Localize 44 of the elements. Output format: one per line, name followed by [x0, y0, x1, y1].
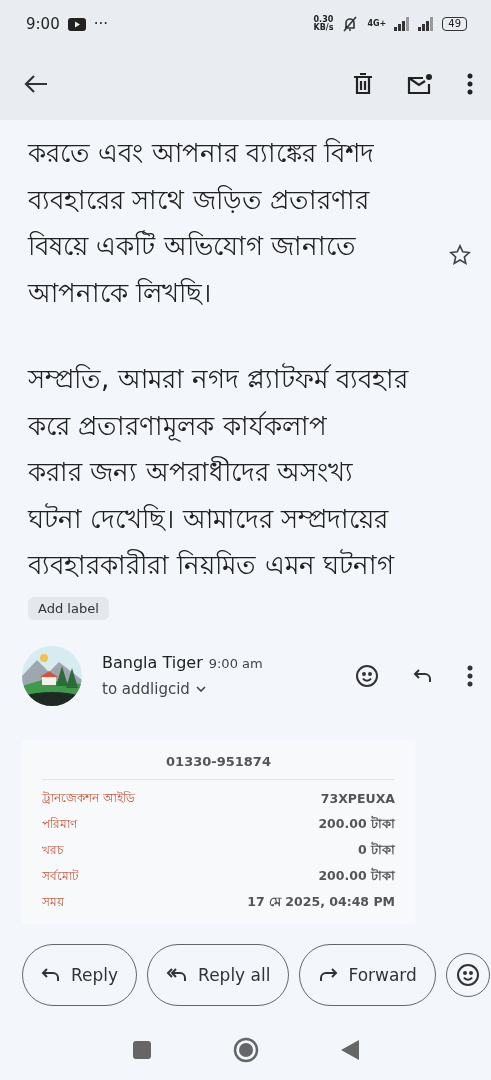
- delete-button[interactable]: [353, 73, 373, 95]
- receipt-value: 73XPEUXA: [320, 791, 395, 806]
- receipt-value: 0 টাকা: [357, 840, 395, 859]
- receipt-label: সময়: [42, 893, 64, 911]
- clock: 9:00: [26, 15, 60, 33]
- back-nav-button[interactable]: [340, 1040, 359, 1060]
- reply-icon: [413, 667, 433, 684]
- more-icon: [467, 664, 473, 687]
- receipt-label: পরিমাণ: [42, 815, 77, 833]
- message-time: 9:00 am: [208, 656, 263, 671]
- home-button[interactable]: [232, 1037, 259, 1063]
- signal-icon: [394, 17, 411, 31]
- smiley-icon: [455, 962, 480, 987]
- receipt-label: সর্বমোট: [42, 867, 79, 885]
- signal-icon: [418, 17, 435, 31]
- receipt-label: ট্রানজেকশন আইডি: [42, 789, 135, 807]
- reply-all-icon: [166, 966, 189, 983]
- email-paragraph: সম্প্রতি, আমরা নগদ প্ল্যাটফর্ম ব্যবহার করে প্রতারণামূলক কার্যকলাপ করার জন্য অপরাধীদের অসংখ্য ঘটনা দেখেছি। আমাদের সম্প্রদায়ের ব্যবহারকারীরা নিয়মিত এমন ঘটনাগ: [28, 362, 409, 582]
- video-app-icon: [67, 17, 86, 31]
- more-options-button[interactable]: [467, 73, 473, 95]
- message-more-button[interactable]: [467, 664, 473, 687]
- reaction-button[interactable]: [355, 663, 379, 688]
- receipt-label: খরচ: [42, 841, 63, 859]
- recipient-toggle[interactable]: to addligcid: [102, 680, 335, 698]
- reply-button[interactable]: [413, 667, 433, 684]
- receipt-phone: 01330-951874: [42, 753, 395, 780]
- receipt-value: 17 মে 2025, 04:48 PM: [247, 892, 395, 911]
- receipt-value: 200.00 টাকা: [318, 814, 395, 833]
- mark-unread-button[interactable]: [407, 73, 433, 95]
- email-paragraph: করতে এবং আপনার ব্যাঙ্কের বিশদ ব্যবহারের সাথে জড়িত প্রতারণার বিষয়ে একটি অভিযোগ জানাতে আপনাকে লিখছি।: [28, 137, 375, 310]
- reply-icon: [41, 966, 61, 983]
- sender-name: Bangla Tiger: [102, 653, 203, 672]
- smiley-icon: [355, 663, 379, 688]
- battery-level: 49: [442, 17, 467, 31]
- more-notifications: ···: [93, 15, 108, 33]
- muted-bell-icon: [341, 16, 360, 32]
- recents-button[interactable]: [132, 1041, 151, 1059]
- network-type: 4G+: [367, 20, 387, 28]
- receipt-value: 200.00 টাকা: [318, 866, 395, 885]
- network-speed: 0.30 KB/s: [313, 16, 334, 32]
- chevron-down-icon: [195, 686, 206, 692]
- back-button[interactable]: [24, 74, 48, 94]
- forward-icon: [318, 966, 339, 983]
- add-label-chip[interactable]: Add label: [28, 596, 109, 620]
